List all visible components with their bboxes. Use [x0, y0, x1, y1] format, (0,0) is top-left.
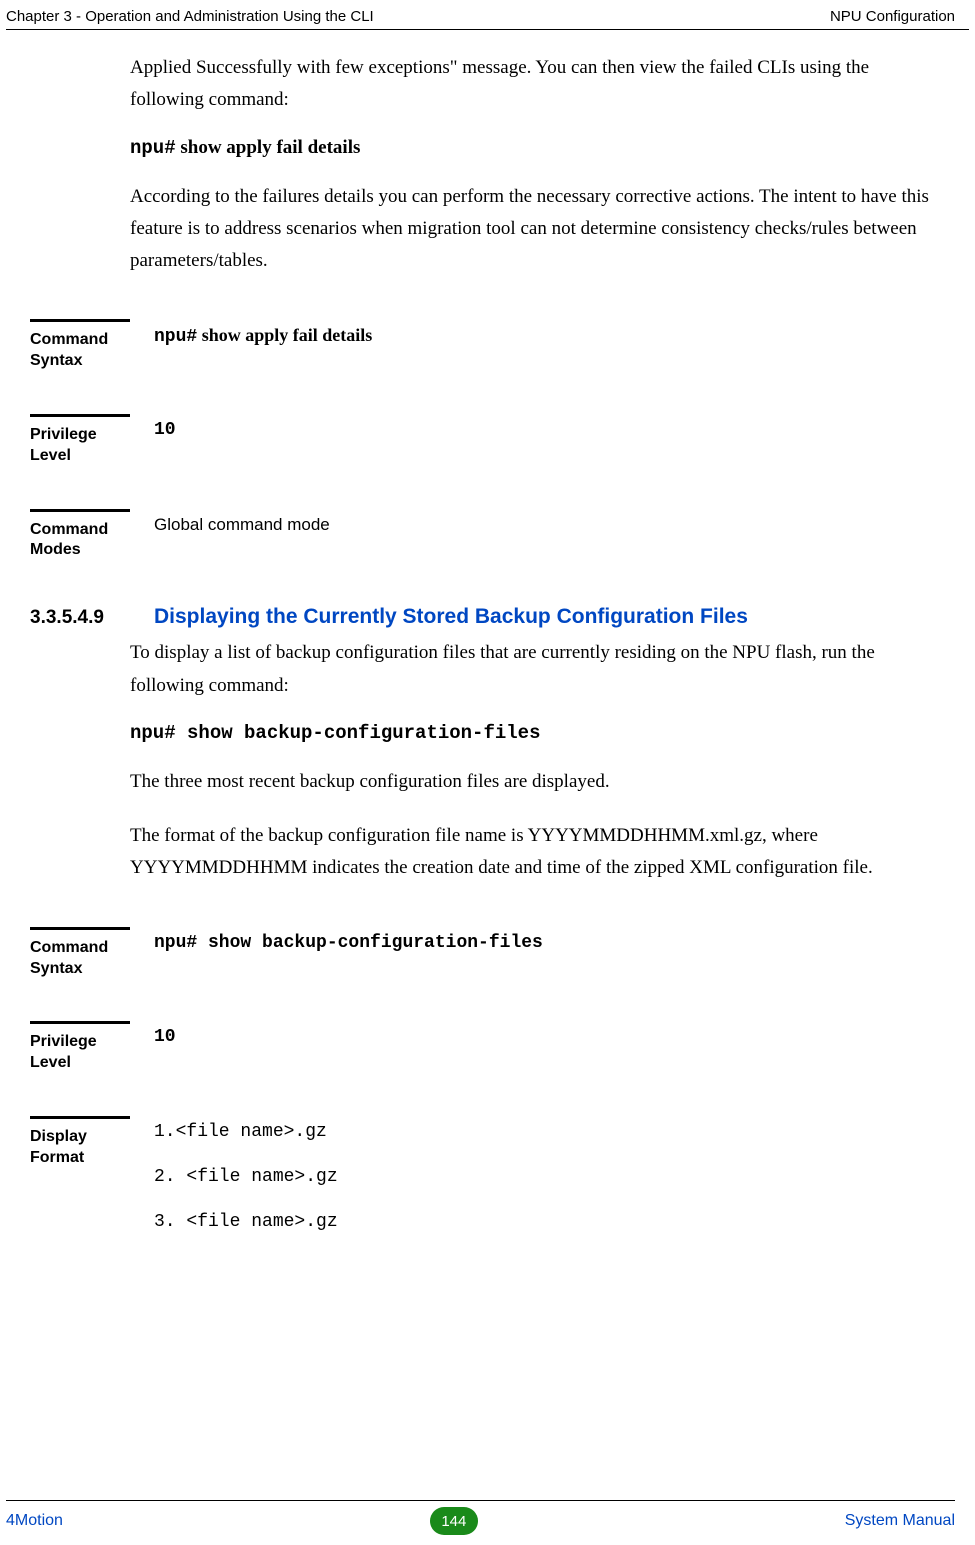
side-rule: [30, 1116, 130, 1119]
display-format-line-1: 1.<file name>.gz: [154, 1118, 945, 1147]
intro-block: Applied Successfully with few exceptions…: [130, 52, 933, 277]
command-modes-block: Command Modes Global command mode: [30, 509, 945, 562]
display-format-label: Display Format: [30, 1125, 130, 1169]
section-paragraph-3: The format of the backup configuration f…: [130, 820, 933, 885]
page-header: Chapter 3 - Operation and Administration…: [0, 0, 975, 29]
section-number: 3.3.5.4.9: [30, 605, 130, 629]
privilege-level-value: 10: [130, 1021, 945, 1052]
footer-left: 4Motion: [6, 1512, 63, 1530]
page-footer: 4Motion 144 System Manual: [0, 1500, 975, 1535]
command-syntax-label: Command Syntax: [30, 328, 130, 372]
prompt: npu#: [154, 327, 197, 347]
side-rule: [30, 414, 130, 417]
section-title: Displaying the Currently Stored Backup C…: [130, 605, 945, 629]
display-format-value: 1.<file name>.gz 2. <file name>.gz 3. <f…: [130, 1116, 945, 1252]
page-content: Applied Successfully with few exceptions…: [0, 52, 975, 1252]
intro-command-1: npu# show apply fail details: [130, 137, 933, 159]
header-right: NPU Configuration: [830, 8, 955, 25]
display-format-block: Display Format 1.<file name>.gz 2. <file…: [30, 1116, 945, 1252]
section-command: npu# show backup-configuration-files: [130, 722, 933, 744]
command-syntax-label: Command Syntax: [30, 936, 130, 980]
command-syntax-value: npu# show backup-configuration-files: [130, 927, 945, 958]
intro-paragraph-1: Applied Successfully with few exceptions…: [130, 52, 933, 117]
side-rule: [30, 927, 130, 930]
section-heading: 3.3.5.4.9 Displaying the Currently Store…: [30, 605, 945, 629]
command-syntax-value: npu# show apply fail details: [130, 319, 945, 352]
command-syntax-block-1: Command Syntax npu# show apply fail deta…: [30, 319, 945, 372]
side-rule: [30, 319, 130, 322]
side-rule: [30, 1021, 130, 1024]
prompt: npu#: [130, 137, 176, 159]
privilege-level-label: Privilege Level: [30, 423, 130, 467]
display-format-line-2: 2. <file name>.gz: [154, 1163, 945, 1192]
privilege-level-block-2: Privilege Level 10: [30, 1021, 945, 1074]
footer-rule: [6, 1500, 955, 1501]
section-paragraph-2: The three most recent backup configurati…: [130, 766, 933, 798]
command-syntax-block-2: Command Syntax npu# show backup-configur…: [30, 927, 945, 980]
command-text: show apply fail details: [197, 325, 372, 345]
section-paragraph-1: To display a list of backup configuratio…: [130, 637, 933, 702]
intro-paragraph-2: According to the failures details you ca…: [130, 181, 933, 278]
header-rule: [6, 29, 969, 30]
privilege-level-value: 10: [130, 414, 945, 445]
command-modes-label: Command Modes: [30, 518, 130, 562]
section-body: To display a list of backup configuratio…: [130, 637, 933, 884]
side-rule: [30, 509, 130, 512]
privilege-level-label: Privilege Level: [30, 1030, 130, 1074]
command-modes-value: Global command mode: [130, 509, 945, 538]
header-left: Chapter 3 - Operation and Administration…: [6, 8, 374, 25]
display-format-line-3: 3. <file name>.gz: [154, 1208, 945, 1237]
page-number-badge: 144: [430, 1507, 478, 1535]
privilege-level-block-1: Privilege Level 10: [30, 414, 945, 467]
command-text: show apply fail details: [176, 137, 361, 158]
footer-right: System Manual: [845, 1512, 955, 1530]
